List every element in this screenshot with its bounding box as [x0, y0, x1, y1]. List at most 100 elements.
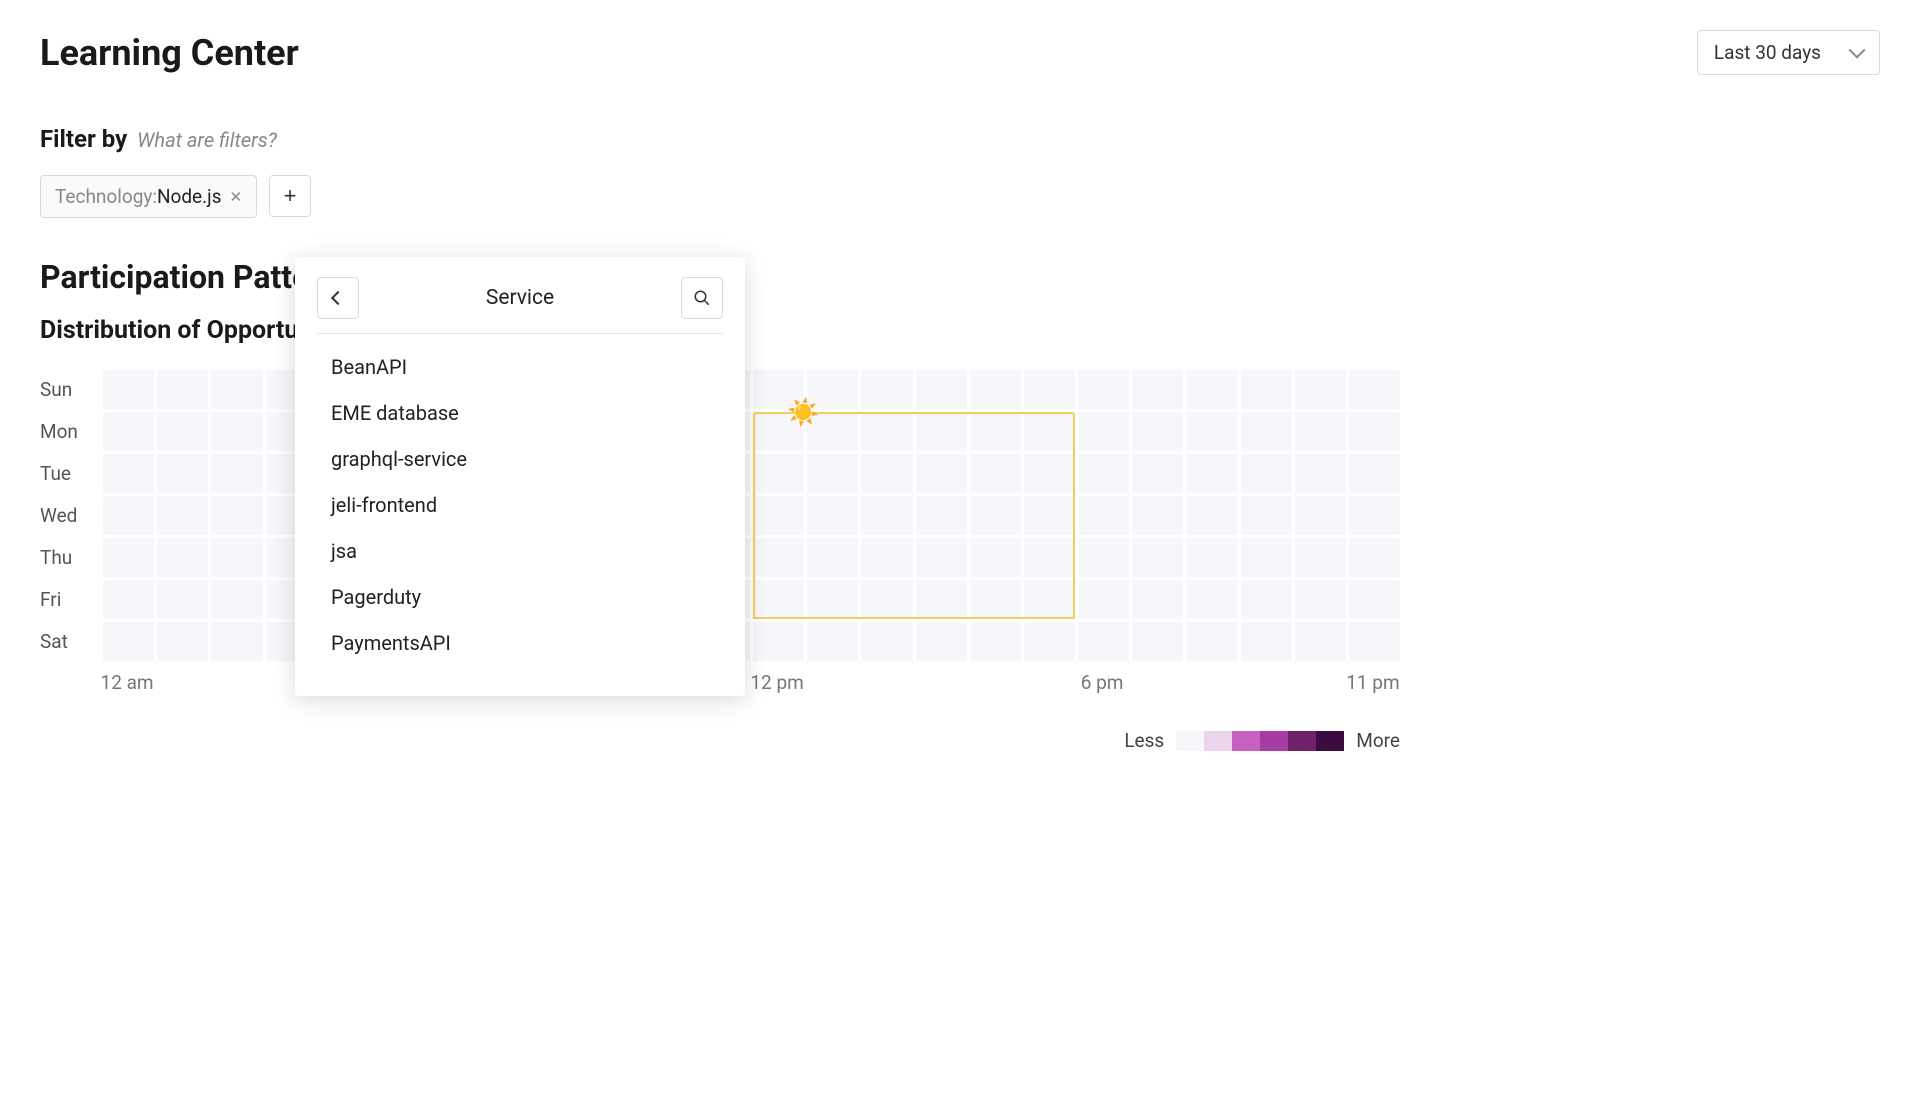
heatmap-cell	[211, 496, 262, 535]
heatmap-day-label: Mon	[40, 412, 100, 451]
heatmap-cell	[1024, 538, 1075, 577]
heatmap-day-label: Fri	[40, 580, 100, 619]
heatmap-cell	[1024, 370, 1075, 409]
heatmap-cell	[753, 412, 804, 451]
heatmap-cell	[970, 412, 1021, 451]
heatmap-cell	[103, 622, 154, 661]
legend-swatch	[1204, 731, 1232, 751]
heatmap-cell	[1241, 412, 1292, 451]
heatmap-cell	[753, 496, 804, 535]
heatmap-cell	[1186, 412, 1237, 451]
heatmap-cell	[1349, 412, 1400, 451]
popover-list-item[interactable]: jeli-frontend	[317, 482, 723, 528]
heatmap-cell	[1295, 496, 1346, 535]
legend-more-label: More	[1356, 729, 1400, 752]
filter-chip-value: Node.js	[157, 185, 222, 208]
filter-chip[interactable]: Technology: Node.js ✕	[40, 175, 257, 218]
heatmap-cell	[807, 454, 858, 493]
heatmap-day-label: Sun	[40, 370, 100, 409]
legend-swatches	[1176, 731, 1344, 751]
heatmap-cell	[211, 370, 262, 409]
heatmap-cell	[753, 538, 804, 577]
filter-chip-key: Technology:	[55, 185, 157, 208]
heatmap-cell	[1132, 412, 1183, 451]
popover-list-item[interactable]: BeanAPI	[317, 344, 723, 390]
popover-list-item[interactable]: EME database	[317, 390, 723, 436]
filter-label: Filter by	[40, 125, 127, 153]
heatmap-cell	[1186, 454, 1237, 493]
heatmap-cell	[157, 370, 208, 409]
heatmap-cell	[157, 580, 208, 619]
popover-back-button[interactable]	[317, 277, 359, 319]
legend-swatch	[1176, 731, 1204, 751]
heatmap-cell	[103, 496, 154, 535]
heatmap-cell	[1132, 538, 1183, 577]
heatmap-cell	[1024, 454, 1075, 493]
heatmap-cell	[753, 370, 804, 409]
popover-list-item[interactable]: graphql-service	[317, 436, 723, 482]
heatmap-cell	[1078, 580, 1129, 619]
popover-list-item[interactable]: PaymentsAPI	[317, 620, 723, 666]
service-filter-popover: Service BeanAPIEME databasegraphql-servi…	[295, 257, 745, 696]
heatmap-cell	[807, 580, 858, 619]
heatmap-cell	[1078, 622, 1129, 661]
heatmap-cell	[807, 496, 858, 535]
heatmap-cell	[1349, 622, 1400, 661]
heatmap-cell	[1186, 538, 1237, 577]
heatmap-cell	[1241, 370, 1292, 409]
heatmap-cell	[1132, 580, 1183, 619]
legend-swatch	[1288, 731, 1316, 751]
heatmap-cell	[1295, 622, 1346, 661]
heatmap-cell	[1241, 454, 1292, 493]
heatmap-day-label: Wed	[40, 496, 100, 535]
heatmap-cell	[103, 538, 154, 577]
heatmap-x-tick: 11 pm	[1346, 671, 1400, 694]
heatmap-cell	[1295, 580, 1346, 619]
heatmap-cell	[157, 538, 208, 577]
heatmap-cell	[157, 496, 208, 535]
heatmap-cell	[1349, 580, 1400, 619]
heatmap-cell	[807, 412, 858, 451]
heatmap-cell	[1024, 496, 1075, 535]
heatmap-cell	[861, 580, 912, 619]
page-title: Learning Center	[40, 32, 299, 74]
heatmap-cell	[157, 622, 208, 661]
heatmap-x-tick: 12 pm	[750, 671, 804, 694]
popover-list: BeanAPIEME databasegraphql-servicejeli-f…	[317, 334, 723, 666]
heatmap-cell	[970, 370, 1021, 409]
heatmap-cell	[1295, 538, 1346, 577]
heatmap-cell	[970, 622, 1021, 661]
add-filter-button[interactable]: +	[269, 175, 311, 217]
heatmap-cell	[1132, 370, 1183, 409]
heatmap-cell	[1186, 622, 1237, 661]
popover-list-item[interactable]: Pagerduty	[317, 574, 723, 620]
heatmap-legend: Less More	[40, 729, 1400, 752]
legend-swatch	[1316, 731, 1344, 751]
heatmap-cell	[103, 454, 154, 493]
heatmap-cell	[1186, 370, 1237, 409]
heatmap-cell	[1078, 370, 1129, 409]
heatmap-cell	[970, 454, 1021, 493]
heatmap-cell	[916, 412, 967, 451]
heatmap-cell	[970, 496, 1021, 535]
close-icon[interactable]: ✕	[230, 188, 243, 206]
heatmap-cell	[1349, 370, 1400, 409]
heatmap-cell	[916, 622, 967, 661]
heatmap-cell	[916, 454, 967, 493]
heatmap-cell	[1132, 496, 1183, 535]
heatmap-cell	[1078, 538, 1129, 577]
popover-list-item[interactable]: jsa	[317, 528, 723, 574]
heatmap-cell	[1186, 496, 1237, 535]
heatmap-cell	[1132, 622, 1183, 661]
date-range-select[interactable]: Last 30 days	[1697, 30, 1880, 75]
search-icon	[693, 289, 711, 307]
heatmap-cell	[1241, 538, 1292, 577]
chevron-left-icon	[331, 291, 345, 305]
heatmap-cell	[861, 538, 912, 577]
heatmap-cell	[1295, 370, 1346, 409]
heatmap-cell	[1349, 496, 1400, 535]
filter-hint-link[interactable]: What are filters?	[137, 128, 277, 152]
popover-search-button[interactable]	[681, 277, 723, 319]
heatmap-cell	[103, 412, 154, 451]
heatmap-cell	[157, 454, 208, 493]
